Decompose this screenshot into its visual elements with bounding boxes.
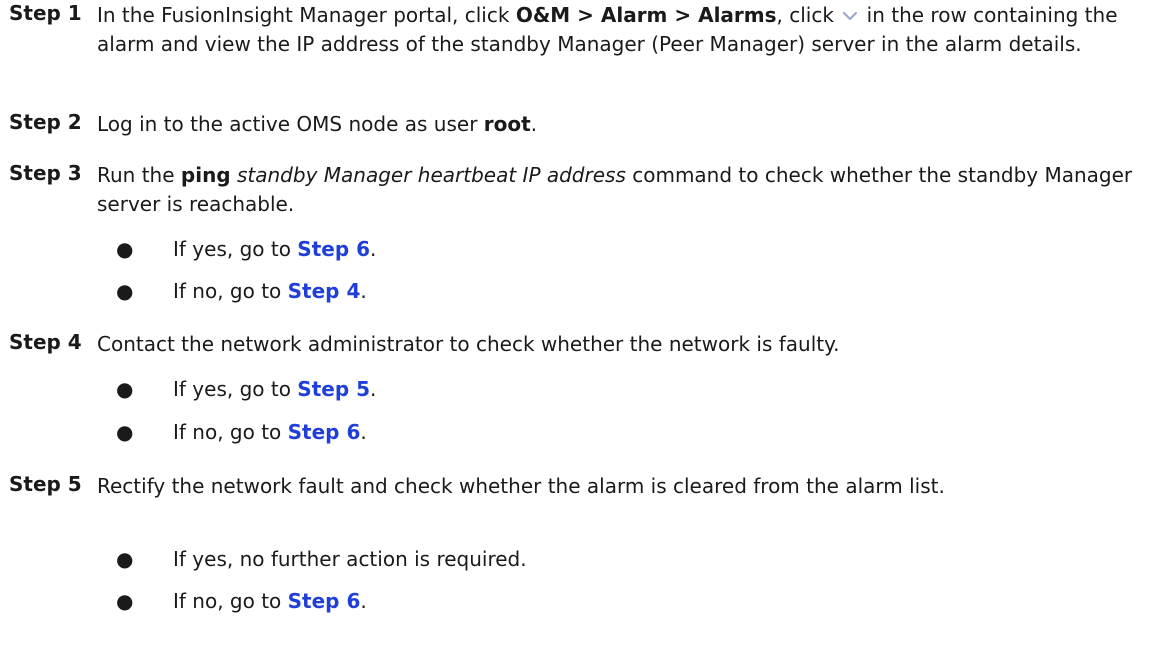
list-item: ● If no, go to Step 6. (0, 418, 1168, 447)
bullet-icon: ● (116, 420, 134, 444)
step-description: Run the ping standby Manager heartbeat I… (97, 161, 1163, 219)
step-label: Step 1 (9, 1, 82, 25)
step-text: Log in to the active OMS node as user (97, 112, 484, 136)
bullet-icon: ● (116, 377, 134, 401)
bullet-text: If no, go to Step 6. (173, 587, 367, 616)
bullet-prefix: If no, go to (173, 589, 288, 613)
step-6-link[interactable]: Step 6 (297, 237, 370, 261)
step-4-link[interactable]: Step 4 (288, 279, 361, 303)
menu-path-alarms: Alarms (698, 3, 777, 27)
menu-path-alarm: Alarm (600, 3, 668, 27)
command-argument: standby Manager heartbeat IP address (236, 163, 626, 187)
step-text: , click (776, 3, 841, 27)
step-text: . (530, 112, 538, 136)
chevron-down-icon (842, 1, 858, 21)
list-item: ● If yes, go to Step 5. (0, 375, 1168, 404)
bullet-prefix: If no, go to (173, 279, 288, 303)
list-item: ● If no, go to Step 6. (0, 587, 1168, 616)
bullet-suffix: . (370, 377, 377, 401)
menu-path-om: O&M (515, 3, 571, 27)
step-5-link[interactable]: Step 5 (297, 377, 370, 401)
bullet-text: If no, go to Step 4. (173, 277, 367, 306)
command-name: ping (180, 163, 231, 187)
step-6-link[interactable]: Step 6 (288, 589, 361, 613)
bullet-icon: ● (116, 279, 134, 303)
step-description: Rectify the network fault and check whet… (97, 472, 1163, 501)
bullet-icon: ● (116, 547, 134, 571)
bullet-text: If yes, no further action is required. (173, 547, 527, 571)
step-text: In the FusionInsight Manager portal, cli… (97, 3, 516, 27)
bullet-text: If yes, go to Step 5. (173, 375, 376, 404)
bullet-suffix: . (370, 237, 377, 261)
step-label: Step 5 (9, 472, 82, 496)
bullet-prefix: If yes, go to (173, 377, 298, 401)
bullet-text: If no, go to Step 6. (173, 418, 367, 447)
bullet-suffix: . (360, 420, 367, 444)
step-label: Step 3 (9, 161, 82, 185)
menu-path-separator: > (667, 3, 699, 27)
step-text: Rectify the network fault and check whet… (97, 474, 945, 498)
bullet-prefix: If no, go to (173, 420, 288, 444)
bullet-icon: ● (116, 589, 134, 613)
menu-path-separator: > (570, 3, 601, 27)
step-description: In the FusionInsight Manager portal, cli… (97, 1, 1163, 59)
bullet-suffix: . (360, 279, 367, 303)
bullet-text: If yes, go to Step 6. (173, 235, 376, 264)
list-item: ● If yes, go to Step 6. (0, 235, 1168, 264)
step-description: Contact the network administrator to che… (97, 330, 1163, 359)
step-text: Contact the network administrator to che… (97, 332, 840, 356)
step-label: Step 2 (9, 110, 82, 134)
bullet-suffix: . (360, 589, 367, 613)
step-6-link[interactable]: Step 6 (288, 420, 361, 444)
bullet-prefix: If yes, go to (173, 237, 298, 261)
step-description: Log in to the active OMS node as user ro… (97, 110, 1163, 139)
list-item: ● If yes, no further action is required. (0, 545, 1168, 574)
step-label: Step 4 (9, 330, 82, 354)
user-name: root (483, 112, 531, 136)
step-text: Run the (97, 163, 181, 187)
list-item: ● If no, go to Step 4. (0, 277, 1168, 306)
bullet-icon: ● (116, 237, 134, 261)
